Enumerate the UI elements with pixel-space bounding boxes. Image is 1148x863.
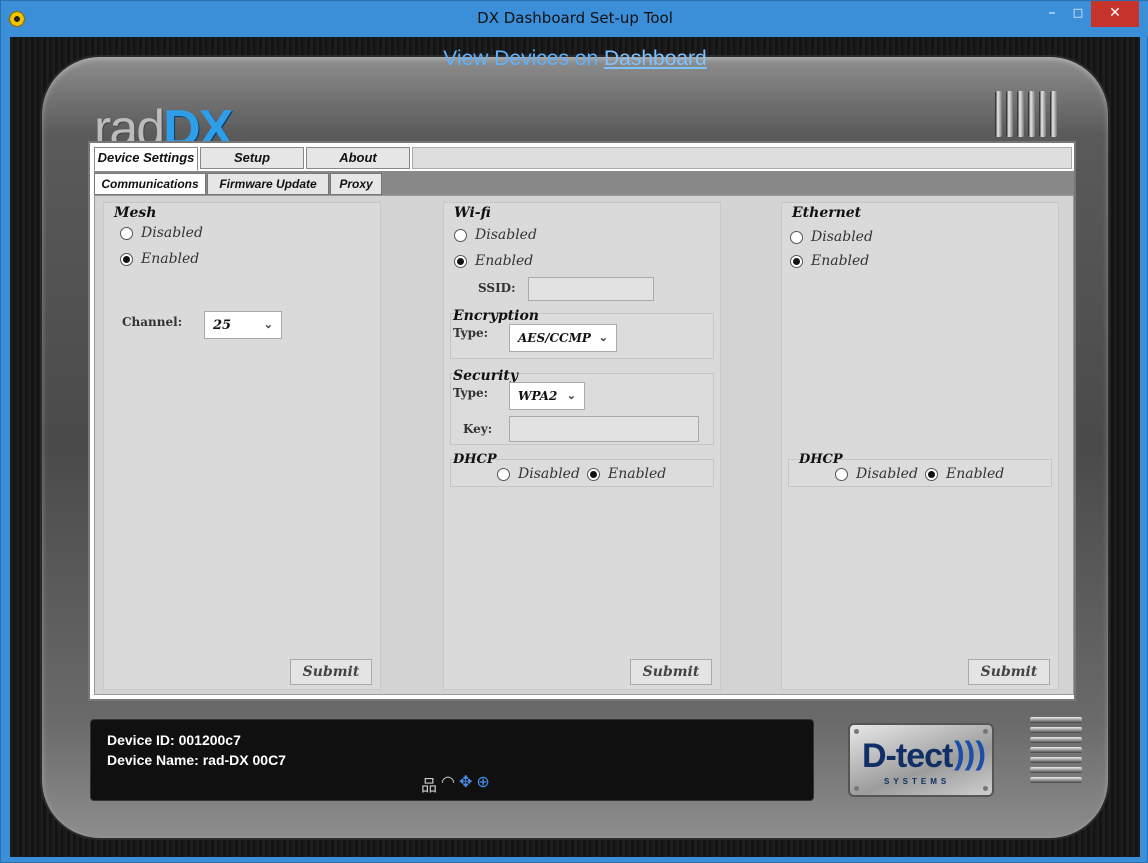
chevron-down-icon: ⌄ [566,389,576,402]
tab-communications[interactable]: Communications [94,173,206,195]
client-area: View Devices on Dashboard radDXTM Device… [10,37,1140,857]
app-window: DX Dashboard Set-up Tool – □ ✕ View Devi… [0,0,1148,863]
tab-setup[interactable]: Setup [200,147,304,169]
key-input[interactable] [509,416,699,442]
dashboard-banner: View Devices on Dashboard [10,47,1140,71]
wifi-icon: ◠ [441,774,455,791]
ethernet-dhcp-enabled-radio[interactable]: Enabled [925,466,1004,482]
window-title: DX Dashboard Set-up Tool [477,9,673,27]
status-bar: Device ID: 001200c7 Device Name: rad-DX … [90,719,814,801]
encryption-type-label: Type: [453,326,489,340]
ethernet-dhcp-disabled-radio[interactable]: Disabled [835,466,918,482]
encryption-title: Encryption [453,308,539,324]
banner-prefix: View Devices on [443,47,604,70]
wifi-title: Wi-fi [454,205,491,221]
mesh-submit-button[interactable]: Submit [290,659,372,685]
radio-circle-selected [120,252,133,266]
close-button[interactable]: ✕ [1091,1,1139,27]
wifi-dhcp-group: DHCP Disabled Enabled [450,452,714,487]
wifi-disabled-radio[interactable]: Disabled [454,227,537,243]
ethernet-submit-button[interactable]: Submit [968,659,1050,685]
radio-circle [454,228,467,242]
title-bar[interactable]: DX Dashboard Set-up Tool – □ ✕ [1,1,1148,37]
minimize-button[interactable]: – [1039,1,1065,27]
mesh-title: Mesh [114,205,157,221]
encryption-type-select[interactable]: AES/CCMP ⌄ [509,324,617,352]
wifi-section: Wi-fi Disabled Enabled SSID: Encryption … [443,202,721,690]
tab-firmware-update[interactable]: Firmware Update [207,173,329,195]
maximize-button[interactable]: □ [1065,1,1091,27]
brand-subtitle: SYSTEMS [884,777,951,786]
channel-select[interactable]: 25 ⌄ [204,311,282,339]
vent-grille [995,91,1065,141]
ssid-input[interactable] [528,277,654,301]
mesh-enabled-radio[interactable]: Enabled [120,251,199,267]
radio-circle [835,467,848,481]
signal-waves-icon: ))) [954,735,986,771]
settings-panel: Device Settings Setup About Communicatio… [88,141,1076,701]
side-vent [1030,717,1082,789]
mesh-section: Mesh Disabled Enabled Channel: 25 ⌄ Submi… [103,202,381,690]
chevron-down-icon: ⌄ [263,318,273,331]
tab-about[interactable]: About [306,147,410,169]
usb-icon: ✥ [458,774,473,791]
radio-circle-selected [454,254,467,268]
ethernet-dhcp-group: DHCP Disabled Enabled [788,452,1052,487]
mesh-icon: ⊕ [476,774,490,791]
tab-bar-filler [412,147,1072,169]
wifi-dhcp-disabled-radio[interactable]: Disabled [497,466,580,482]
connection-icons: 品 ◠ ✥ ⊕ [421,772,490,796]
channel-label: Channel: [122,315,183,329]
wifi-dhcp-enabled-radio[interactable]: Enabled [587,466,666,482]
sub-tab-bar: Communications Firmware Update Proxy [94,171,1074,195]
ethernet-enabled-radio[interactable]: Enabled [790,253,869,269]
security-type-label: Type: [453,386,489,400]
ethernet-section: Ethernet Disabled Enabled DHCP Disabled … [781,202,1059,690]
radio-circle-selected [587,467,600,481]
radio-circle [120,226,133,240]
chevron-down-icon: ⌄ [598,331,608,344]
main-tab-bar: Device Settings Setup About [94,147,1072,171]
dashboard-link[interactable]: Dashboard [604,47,707,70]
wifi-submit-button[interactable]: Submit [630,659,712,685]
device-id: Device ID: 001200c7 [107,732,241,748]
radio-circle-selected [925,467,938,481]
communications-content: Mesh Disabled Enabled Channel: 25 ⌄ Submi… [94,195,1074,695]
wifi-dhcp-title: DHCP [453,452,497,467]
radio-circle [497,467,510,481]
device-name: Device Name: rad-DX 00C7 [107,752,286,768]
ethernet-title: Ethernet [792,205,862,221]
wifi-enabled-radio[interactable]: Enabled [454,253,533,269]
encryption-group: Encryption Type: AES/CCMP ⌄ [450,308,714,359]
ethernet-dhcp-title: DHCP [799,452,843,467]
tab-proxy[interactable]: Proxy [330,173,382,195]
mesh-disabled-radio[interactable]: Disabled [120,225,203,241]
dtect-logo: D-tect ))) SYSTEMS [848,723,994,797]
network-icon: 品 [421,778,438,795]
ssid-label: SSID: [478,281,516,295]
security-type-select[interactable]: WPA2 ⌄ [509,382,585,410]
radio-circle [790,230,803,244]
brand-name: D-tect [862,737,953,775]
radio-circle-selected [790,254,803,268]
ethernet-disabled-radio[interactable]: Disabled [790,229,873,245]
security-group: Security Type: WPA2 ⌄ Key: [450,368,714,445]
key-label: Key: [463,422,493,436]
tab-device-settings[interactable]: Device Settings [94,147,198,171]
